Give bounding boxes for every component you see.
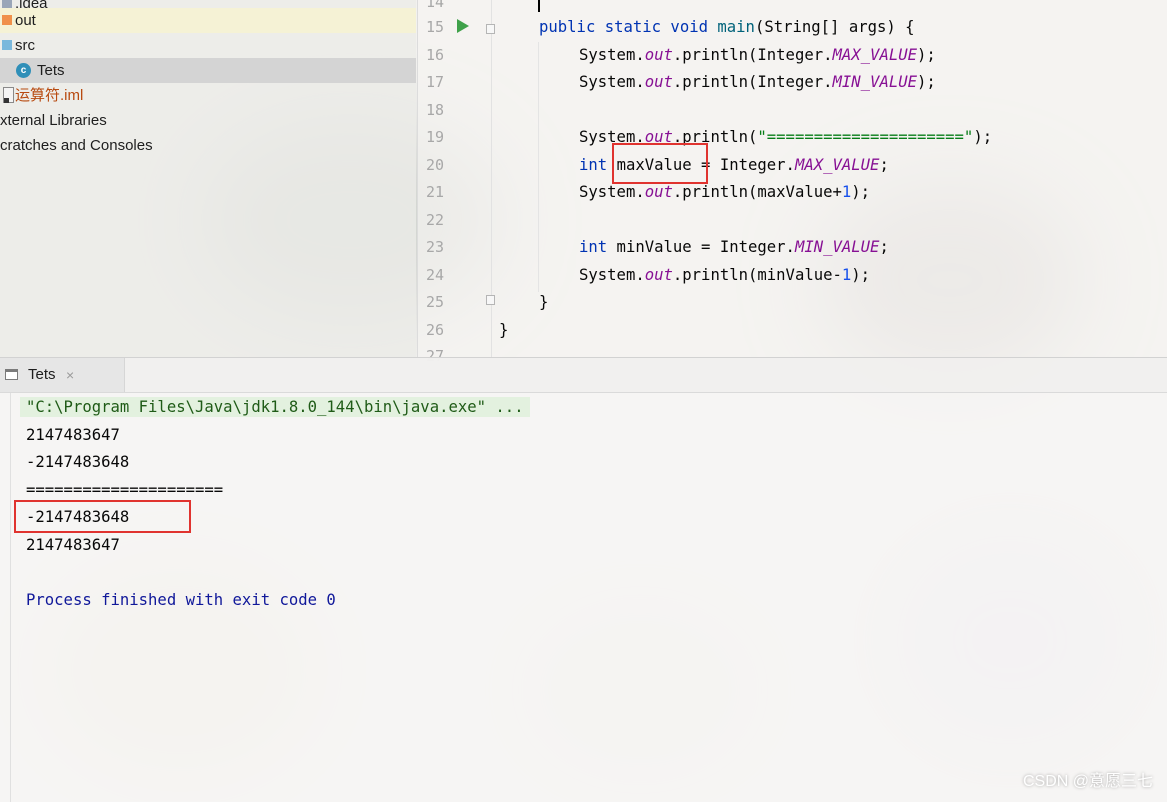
tree-item-iml[interactable]: 运算符.iml bbox=[0, 83, 416, 108]
tree-item-label: Tets bbox=[37, 62, 65, 79]
console-exit-message: Process finished with exit code 0 bbox=[26, 591, 336, 609]
code-line-23: int minValue = Integer.MIN_VALUE; bbox=[579, 238, 889, 256]
code-line-15: public static void main(String[] args) { bbox=[539, 18, 915, 36]
tree-item-out[interactable]: out bbox=[0, 8, 416, 33]
tree-item-label: out bbox=[15, 12, 36, 29]
close-icon[interactable]: × bbox=[66, 367, 74, 383]
line-number: 16 bbox=[425, 46, 444, 64]
console-window-icon bbox=[5, 369, 18, 380]
code-line-26: } bbox=[499, 321, 509, 339]
tree-item-external-libraries[interactable]: xternal Libraries bbox=[0, 108, 416, 133]
console-output-line: -2147483648 bbox=[26, 453, 130, 471]
code-line-21: System.out.println(maxValue+1); bbox=[579, 183, 871, 201]
line-number: 22 bbox=[425, 211, 444, 229]
editor-gutter: 14 15 16 17 18 19 20 21 22 23 24 25 26 2… bbox=[418, 0, 495, 365]
tree-item-label: cratches and Consoles bbox=[0, 137, 153, 154]
folder-icon bbox=[2, 40, 12, 50]
console-output-line: 2147483647 bbox=[26, 426, 120, 444]
line-number: 21 bbox=[425, 183, 444, 201]
line-number: 20 bbox=[425, 156, 444, 174]
code-line-25: } bbox=[539, 293, 549, 311]
tree-item-src[interactable]: src bbox=[0, 33, 416, 58]
line-number: 26 bbox=[425, 321, 444, 339]
tree-item-label: xternal Libraries bbox=[0, 112, 107, 129]
run-tool-window: Tets × "C:\Program Files\Java\jdk1.8.0_1… bbox=[0, 357, 1167, 802]
line-number: 23 bbox=[425, 238, 444, 256]
run-tab-label: Tets bbox=[28, 366, 56, 383]
console-output-line: 2147483647 bbox=[26, 536, 120, 554]
tree-item-scratches[interactable]: cratches and Consoles bbox=[0, 133, 416, 158]
folder-icon bbox=[2, 0, 12, 8]
line-number: 19 bbox=[425, 128, 444, 146]
line-number: 25 bbox=[425, 293, 444, 311]
csdn-watermark: CSDN @意愿三七 bbox=[1022, 773, 1153, 790]
iml-file-icon bbox=[3, 87, 14, 103]
line-number: 15 bbox=[425, 18, 444, 36]
console-command-line: "C:\Program Files\Java\jdk1.8.0_144\bin\… bbox=[20, 397, 530, 417]
indent-guide bbox=[538, 42, 539, 292]
line-number: 14 bbox=[425, 0, 444, 11]
run-tab-tets[interactable]: Tets × bbox=[0, 358, 125, 392]
line-number: 24 bbox=[425, 266, 444, 284]
highlight-box-maxvalue bbox=[612, 143, 708, 184]
run-tab-bar: Tets × bbox=[0, 358, 1167, 393]
project-tree-panel: .idea out src c Tets 运算符.iml xternal Lib… bbox=[0, 0, 416, 357]
console-side-strip bbox=[0, 393, 11, 802]
line-number: 18 bbox=[425, 101, 444, 119]
tree-item-label: 运算符.iml bbox=[15, 87, 84, 104]
run-main-icon[interactable] bbox=[457, 19, 469, 33]
fold-icon[interactable] bbox=[486, 295, 495, 305]
tree-item-label: src bbox=[15, 37, 35, 54]
code-editor[interactable]: 14 15 16 17 18 19 20 21 22 23 24 25 26 2… bbox=[417, 0, 1167, 365]
text-caret bbox=[538, 0, 540, 12]
code-line-24: System.out.println(minValue-1); bbox=[579, 266, 871, 284]
console-output-line: ===================== bbox=[26, 481, 224, 499]
folder-icon bbox=[2, 15, 12, 25]
code-line-17: System.out.println(Integer.MIN_VALUE); bbox=[579, 73, 936, 91]
line-number: 17 bbox=[425, 73, 444, 91]
highlight-box-overflow-output bbox=[14, 500, 191, 533]
tree-item-tets[interactable]: c Tets bbox=[0, 58, 416, 83]
code-line-16: System.out.println(Integer.MAX_VALUE); bbox=[579, 46, 936, 64]
fold-icon[interactable] bbox=[486, 24, 495, 34]
java-class-icon: c bbox=[16, 63, 31, 78]
